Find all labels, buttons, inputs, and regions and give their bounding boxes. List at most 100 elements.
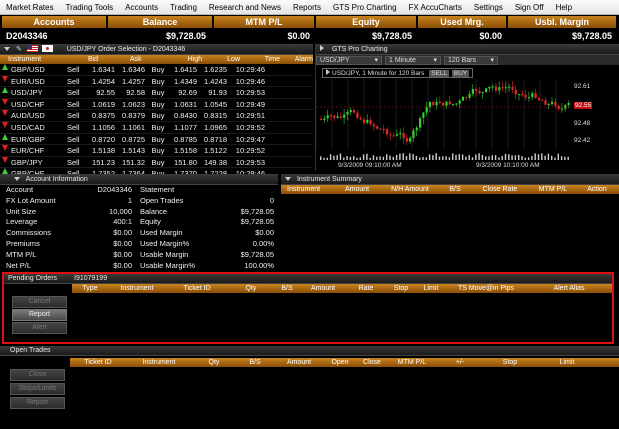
buy-button[interactable]: Buy <box>145 134 167 145</box>
col-ts-move[interactable]: TS Move@in Pips <box>446 284 526 293</box>
col-action[interactable]: Action <box>577 185 617 194</box>
menu-gts-pro-charting[interactable]: GTS Pro Charting <box>333 3 397 12</box>
collapse-icon[interactable] <box>14 177 20 182</box>
buy-button[interactable]: Buy <box>145 99 167 110</box>
quote-row[interactable]: EUR/GBP Sell 0.8720 0.8725 Buy 0.8785 0.8718 10… <box>0 133 313 146</box>
sell-button[interactable]: Sell <box>63 134 85 145</box>
quote-row[interactable]: USD/JPY Sell 92.55 92.58 Buy 92.69 91.93 10:29:… <box>0 87 313 99</box>
col-bs[interactable]: B/S <box>439 185 471 194</box>
menu-fx-accucharts[interactable]: FX AccuCharts <box>409 3 462 12</box>
col-alert-alias[interactable]: Alert Alias <box>526 284 612 293</box>
col-limit[interactable]: Limit <box>416 284 446 293</box>
col-instrument[interactable]: Instrument <box>0 55 56 64</box>
chart-collapse-icon[interactable] <box>320 45 324 51</box>
sell-button[interactable]: Sell <box>63 110 85 121</box>
menu-accounts[interactable]: Accounts <box>125 3 158 12</box>
quote-bid[interactable]: 1.4254 <box>85 76 115 87</box>
close-trade-button[interactable]: Close <box>10 369 65 381</box>
quote-row[interactable]: EUR/USD Sell 1.4254 1.4257 Buy 1.4349 1.4243 10… <box>0 75 313 88</box>
col-limit[interactable]: Limit <box>536 358 598 367</box>
col-stop[interactable]: Stop <box>386 284 416 293</box>
col-instrument[interactable]: Instrument <box>108 284 166 293</box>
account-id-value[interactable]: D2043346 <box>6 30 86 42</box>
quote-row[interactable]: USD/CAD Sell 1.1056 1.1061 Buy 1.1077 1.0965 10… <box>0 121 313 134</box>
col-bs[interactable]: B/S <box>274 284 300 293</box>
col-high[interactable]: High <box>162 55 202 64</box>
collapse-icon[interactable] <box>4 47 10 52</box>
quote-row[interactable]: EUR/CHF Sell 1.5138 1.5143 Buy 1.5158 1.5122 10… <box>0 145 313 157</box>
sell-button[interactable]: Sell <box>63 157 85 168</box>
menu-trading[interactable]: Trading <box>170 3 197 12</box>
col-ask[interactable]: Ask <box>130 55 162 64</box>
sell-button[interactable]: Sell <box>63 76 85 87</box>
menu-market-rates[interactable]: Market Rates <box>6 3 54 12</box>
col-amount[interactable]: Amount <box>300 284 346 293</box>
col-low[interactable]: Low <box>202 55 240 64</box>
sell-button[interactable]: Sell <box>63 145 85 156</box>
quote-ask[interactable]: 0.8379 <box>115 110 145 121</box>
quote-bid[interactable]: 0.8375 <box>85 110 115 121</box>
quote-row[interactable]: USD/CHF Sell 1.0619 1.0623 Buy 1.0631 1.0545 10… <box>0 98 313 111</box>
quote-bid[interactable]: 151.23 <box>85 157 115 168</box>
bars-select[interactable]: 120 Bars ▾ <box>444 55 498 65</box>
quote-ask[interactable]: 151.32 <box>115 157 145 168</box>
menu-research-news[interactable]: Research and News <box>209 3 281 12</box>
col-bid[interactable]: Bid <box>56 55 130 64</box>
menu-reports[interactable]: Reports <box>293 3 321 12</box>
col-close-rate[interactable]: Close Rate <box>471 185 529 194</box>
col-nh-amount[interactable]: N/H Amount <box>381 185 439 194</box>
col-close[interactable]: Close <box>356 358 388 367</box>
col-alarm[interactable]: Alarm <box>280 55 313 64</box>
col-time[interactable]: Time <box>240 55 280 64</box>
col-qty[interactable]: Qty <box>192 358 236 367</box>
col-amount[interactable]: Amount <box>333 185 381 194</box>
col-bs[interactable]: B/S <box>236 358 274 367</box>
cancel-button[interactable]: Cancel <box>12 296 67 308</box>
menu-help[interactable]: Help <box>556 3 572 12</box>
quote-bid[interactable]: 0.8720 <box>85 134 115 145</box>
quote-row[interactable]: AUD/USD Sell 0.8375 0.8379 Buy 0.8430 0.8315 10… <box>0 110 313 122</box>
col-type[interactable]: Type <box>72 284 108 293</box>
chart-sell-button[interactable]: SELL <box>429 70 450 77</box>
chart-buy-button[interactable]: BUY <box>451 70 470 77</box>
quote-ask[interactable]: 1.1061 <box>115 122 145 133</box>
symbol-select[interactable]: USD/JPY ▾ <box>316 55 382 65</box>
quote-ask[interactable]: 1.0623 <box>115 99 145 110</box>
col-stop[interactable]: Stop <box>484 358 536 367</box>
collapse-icon[interactable] <box>285 177 291 182</box>
report-button[interactable]: Report <box>12 309 67 321</box>
sell-button[interactable]: Sell <box>63 99 85 110</box>
legend-expand-icon[interactable] <box>326 69 330 75</box>
menu-settings[interactable]: Settings <box>474 3 503 12</box>
col-ticket-id[interactable]: Ticket ID <box>70 358 126 367</box>
open-trades-report-button[interactable]: Report <box>10 397 65 409</box>
quote-row[interactable]: GBP/USD Sell 1.6341 1.6346 Buy 1.6415 1.6235 10… <box>0 64 313 76</box>
stops-limits-button[interactable]: Stops/Limits <box>10 383 65 395</box>
col-instrument[interactable]: Instrument <box>126 358 192 367</box>
menu-sign-off[interactable]: Sign Off <box>515 3 544 12</box>
quote-bid[interactable]: 1.0619 <box>85 99 115 110</box>
chart-area[interactable]: USD/JPY, 1 Minute for 120 Bars SELL BUY … <box>316 65 619 171</box>
sell-button[interactable]: Sell <box>63 87 85 98</box>
buy-button[interactable]: Buy <box>145 64 167 75</box>
quote-ask[interactable]: 1.4257 <box>115 76 145 87</box>
col-amount[interactable]: Amount <box>274 358 324 367</box>
quote-ask[interactable]: 1.5143 <box>115 145 145 156</box>
buy-button[interactable]: Buy <box>145 87 167 98</box>
quote-bid[interactable]: 1.1056 <box>85 122 115 133</box>
col-mtm-pl[interactable]: MTM P/L <box>529 185 577 194</box>
buy-button[interactable]: Buy <box>145 145 167 156</box>
col-qty[interactable]: Qty <box>228 284 274 293</box>
col-open[interactable]: Open <box>324 358 356 367</box>
col-rate[interactable]: Rate <box>346 284 386 293</box>
menu-trading-tools[interactable]: Trading Tools <box>66 3 114 12</box>
col-ticket-id[interactable]: Ticket ID <box>166 284 228 293</box>
sell-button[interactable]: Sell <box>63 64 85 75</box>
quote-bid[interactable]: 92.55 <box>85 87 115 98</box>
buy-button[interactable]: Buy <box>145 157 167 168</box>
alert-button[interactable]: Alert <box>12 322 67 334</box>
sell-button[interactable]: Sell <box>63 122 85 133</box>
buy-button[interactable]: Buy <box>145 110 167 121</box>
col-plus-minus[interactable]: +/- <box>436 358 484 367</box>
col-instrument[interactable]: Instrument <box>281 185 333 194</box>
